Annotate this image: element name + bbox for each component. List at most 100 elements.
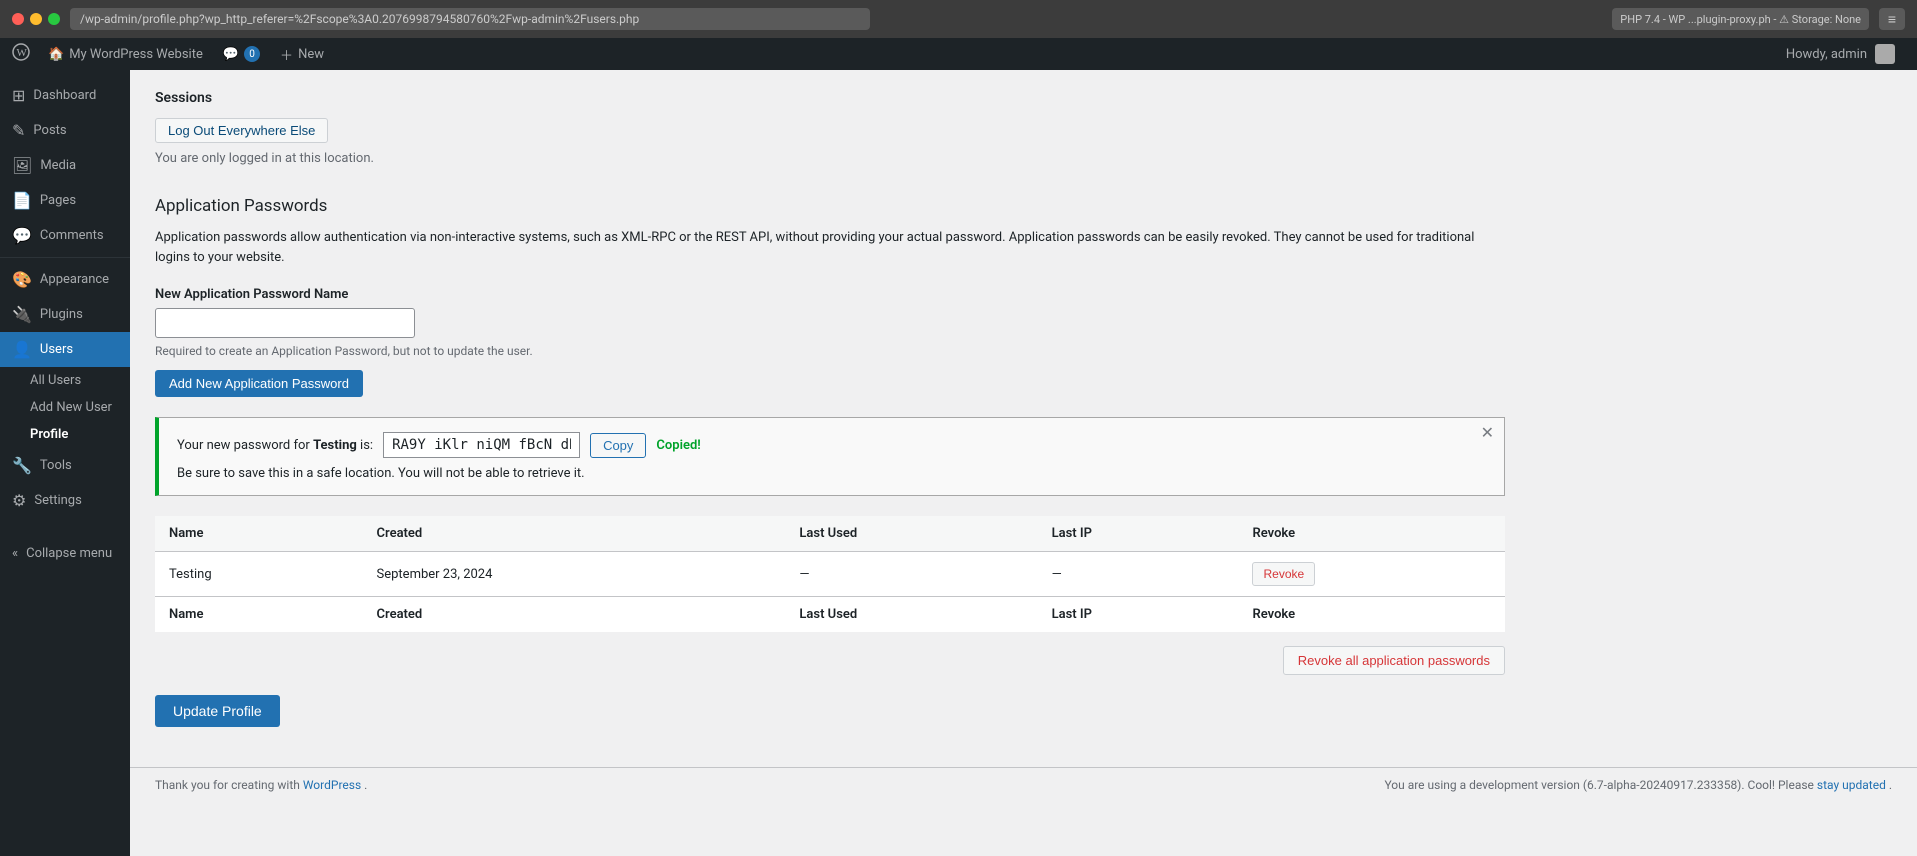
revoke-button[interactable]: Revoke xyxy=(1252,562,1315,586)
sidebar-item-add-new-user[interactable]: Add New User xyxy=(0,394,130,421)
plugins-icon: 🔌 xyxy=(12,305,32,324)
sidebar-item-settings[interactable]: ⚙ Settings xyxy=(0,483,130,518)
settings-icon: ⚙ xyxy=(12,491,26,510)
app-passwords-description: Application passwords allow authenticati… xyxy=(155,228,1505,267)
appearance-icon: 🎨 xyxy=(12,270,32,289)
stay-updated-link[interactable]: stay updated xyxy=(1817,778,1886,792)
minimize-dot[interactable] xyxy=(30,13,42,25)
svg-text:W: W xyxy=(17,47,28,59)
footer-left-text: Thank you for creating with xyxy=(155,778,300,792)
adminbar-howdy[interactable]: Howdy, admin xyxy=(1776,44,1905,64)
row-created: September 23, 2024 xyxy=(363,552,786,597)
tools-icon: 🔧 xyxy=(12,456,32,475)
row-last-used: — xyxy=(785,552,1037,597)
close-dot[interactable] xyxy=(12,13,24,25)
admin-bar: W 🏠 My WordPress Website 💬 0 ＋ New Howdy… xyxy=(0,38,1917,70)
sidebar-item-comments[interactable]: 💬 Comments xyxy=(0,218,130,253)
passwords-table: Name Created Last Used Last IP Revoke Te… xyxy=(155,516,1505,632)
sidebar-item-media[interactable]: 🖼 Media xyxy=(0,148,130,183)
url-bar[interactable]: /wp-admin/profile.php?wp_http_referer=%2… xyxy=(70,8,870,30)
save-warning: Be sure to save this in a safe location.… xyxy=(177,466,1486,481)
sidebar-item-all-users[interactable]: All Users xyxy=(0,367,130,394)
col-last-used: Last Used xyxy=(785,516,1037,552)
footer-col-revoke: Revoke xyxy=(1238,597,1505,633)
site-name-text: My WordPress Website xyxy=(69,47,203,62)
adminbar-right: Howdy, admin xyxy=(1776,44,1905,64)
revoke-all-button[interactable]: Revoke all application passwords xyxy=(1283,646,1505,675)
sidebar-label-users: Users xyxy=(40,342,73,357)
sidebar-item-posts[interactable]: ✎ Posts xyxy=(0,113,130,148)
app-passwords-title: Application Passwords xyxy=(155,196,1505,216)
wp-footer: Thank you for creating with WordPress . … xyxy=(130,767,1917,802)
footer-col-last-ip: Last IP xyxy=(1038,597,1239,633)
footer-right: You are using a development version (6.7… xyxy=(1384,778,1892,792)
footer-col-last-used: Last Used xyxy=(785,597,1037,633)
browser-info: PHP 7.4 - WP ...plugin-proxy.ph - ⚠ Stor… xyxy=(1612,8,1869,30)
admin-avatar xyxy=(1875,44,1895,64)
sidebar-item-tools[interactable]: 🔧 Tools xyxy=(0,448,130,483)
main-content: Sessions Log Out Everywhere Else You are… xyxy=(130,70,1917,856)
table-head: Name Created Last Used Last IP Revoke xyxy=(155,516,1505,552)
howdy-text: Howdy, admin xyxy=(1786,47,1867,62)
comments-menu-icon: 💬 xyxy=(12,226,32,245)
add-new-application-password-button[interactable]: Add New Application Password xyxy=(155,370,363,397)
log-out-everywhere-button[interactable]: Log Out Everywhere Else xyxy=(155,118,328,143)
new-password-name-label: New Application Password Name xyxy=(155,287,1505,302)
wp-logo[interactable]: W xyxy=(12,43,30,66)
row-revoke-cell: Revoke xyxy=(1238,552,1505,597)
browser-chrome: /wp-admin/profile.php?wp_http_referer=%2… xyxy=(0,0,1917,38)
notice-close-button[interactable]: ✕ xyxy=(1481,426,1494,442)
new-password-name-input[interactable] xyxy=(155,308,415,338)
update-profile-button[interactable]: Update Profile xyxy=(155,695,280,727)
row-name: Testing xyxy=(155,552,363,597)
sidebar-label-settings: Settings xyxy=(34,493,81,508)
table-header-row: Name Created Last Used Last IP Revoke xyxy=(155,516,1505,552)
sidebar-label-tools: Tools xyxy=(40,458,72,473)
dashboard-icon: ⊞ xyxy=(12,86,25,105)
sidebar-item-appearance[interactable]: 🎨 Appearance xyxy=(0,262,130,297)
copied-text: Copied! xyxy=(656,438,700,453)
browser-info-text: PHP 7.4 - WP ...plugin-proxy.ph - ⚠ Stor… xyxy=(1620,13,1861,26)
sidebar-label-pages: Pages xyxy=(40,193,76,208)
new-password-app-name: Testing xyxy=(313,438,357,453)
media-icon: 🖼 xyxy=(12,156,32,175)
sessions-section: Sessions Log Out Everywhere Else You are… xyxy=(155,90,1505,166)
collapse-menu-item[interactable]: « Collapse menu xyxy=(0,538,130,569)
sessions-title: Sessions xyxy=(155,90,1505,106)
sidebar-label-plugins: Plugins xyxy=(40,307,83,322)
copy-button[interactable]: Copy xyxy=(590,433,646,458)
row-last-ip: — xyxy=(1038,552,1239,597)
table-footer-row: Name Created Last Used Last IP Revoke xyxy=(155,597,1505,633)
browser-dots xyxy=(12,13,60,25)
new-password-notice: ✕ Your new password for Testing is: Copy… xyxy=(155,417,1505,496)
browser-menu-button[interactable]: ≡ xyxy=(1879,8,1905,30)
maximize-dot[interactable] xyxy=(48,13,60,25)
new-password-row: Your new password for Testing is: Copy C… xyxy=(177,432,1486,458)
posts-icon: ✎ xyxy=(12,121,25,140)
sidebar-label-media: Media xyxy=(40,158,76,173)
footer-period: . xyxy=(364,778,367,792)
sidebar-item-dashboard[interactable]: ⊞ Dashboard xyxy=(0,78,130,113)
wordpress-link[interactable]: WordPress xyxy=(303,778,361,792)
adminbar-new[interactable]: ＋ New xyxy=(270,38,334,70)
content-inner: Sessions Log Out Everywhere Else You are… xyxy=(130,70,1530,767)
table-row: Testing September 23, 2024 — — Revoke xyxy=(155,552,1505,597)
app-passwords-section: Application Passwords Application passwo… xyxy=(155,196,1505,727)
table-body: Testing September 23, 2024 — — Revoke Na… xyxy=(155,552,1505,633)
footer-col-created: Created xyxy=(363,597,786,633)
sidebar-item-plugins[interactable]: 🔌 Plugins xyxy=(0,297,130,332)
sidebar-item-users[interactable]: 👤 Users xyxy=(0,332,130,367)
col-revoke: Revoke xyxy=(1238,516,1505,552)
adminbar-site-name[interactable]: 🏠 My WordPress Website xyxy=(38,38,213,70)
adminbar-comments[interactable]: 💬 0 xyxy=(213,38,270,70)
comments-icon: 💬 xyxy=(223,47,239,62)
sidebar-item-pages[interactable]: 📄 Pages xyxy=(0,183,130,218)
home-icon: 🏠 xyxy=(48,47,64,62)
plus-icon: ＋ xyxy=(280,45,293,64)
sidebar-label-appearance: Appearance xyxy=(40,272,109,287)
col-name: Name xyxy=(155,516,363,552)
sidebar-item-profile[interactable]: Profile xyxy=(0,421,130,448)
new-label: New xyxy=(298,47,324,62)
new-password-prefix: Your new password for Testing is: xyxy=(177,438,373,453)
new-password-value-input[interactable] xyxy=(383,432,580,458)
